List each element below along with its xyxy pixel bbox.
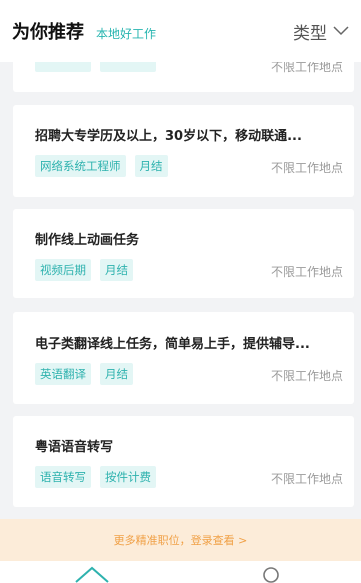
job-location: 不限工作地点 [270,472,343,486]
login-more-jobs-banner[interactable]: 更多精准职位，登录查看 > [0,519,361,561]
job-title: 电子类翻译线上任务，简单易上手，提供辅导... [35,337,310,352]
wifi-icon [261,4,276,16]
job-card[interactable]: 制作线上动画任务 视频后期 月结 不限工作地点 [13,209,354,298]
job-card[interactable]: 粤语语音转写 语音转写 按件计费 不限工作地点 [13,416,354,507]
page-subtitle: 本地好工作 [96,26,157,41]
type-filter-label: 类型 [293,23,327,44]
job-tag: 视频后期 [35,259,91,281]
job-location: 不限工作地点 [270,369,343,383]
job-tag: 网络系统工程师 [35,155,126,177]
job-tag: 语音转写 [35,466,91,488]
job-tag: 月结 [100,259,133,281]
job-location: 不限工作地点 [270,265,343,279]
job-tag: 月结 [100,363,133,385]
job-tag: 按件计费 [100,466,156,488]
status-bar: 9:35 [201,0,361,20]
banner-text: 更多精准职位，登录查看 > [113,534,248,547]
status-time: 9:35 [321,2,351,18]
job-title: 招聘大专学历及以上，30岁以下，移动联通... [35,129,302,144]
job-title: 粤语语音转写 [35,440,114,455]
page-title: 为你推荐 [12,22,84,43]
type-filter-button[interactable]: 类型 [293,19,349,44]
bottom-tab-bar [0,561,361,583]
home-icon[interactable] [74,565,110,583]
chevron-down-icon [333,21,349,41]
battery-icon [302,4,316,16]
job-card[interactable]: 招聘大专学历及以上，30岁以下，移动联通... 网络系统工程师 月结 不限工作地… [13,105,354,197]
job-card[interactable]: 电子类翻译线上任务，简单易上手，提供辅导... 英语翻译 月结 不限工作地点 [13,312,354,404]
job-tag: 英语翻译 [35,363,91,385]
signal-icon [282,4,296,16]
job-title: 制作线上动画任务 [35,233,140,248]
search-icon[interactable] [262,565,280,583]
job-location: 不限工作地点 [270,161,343,175]
job-tag: 月结 [134,155,168,177]
